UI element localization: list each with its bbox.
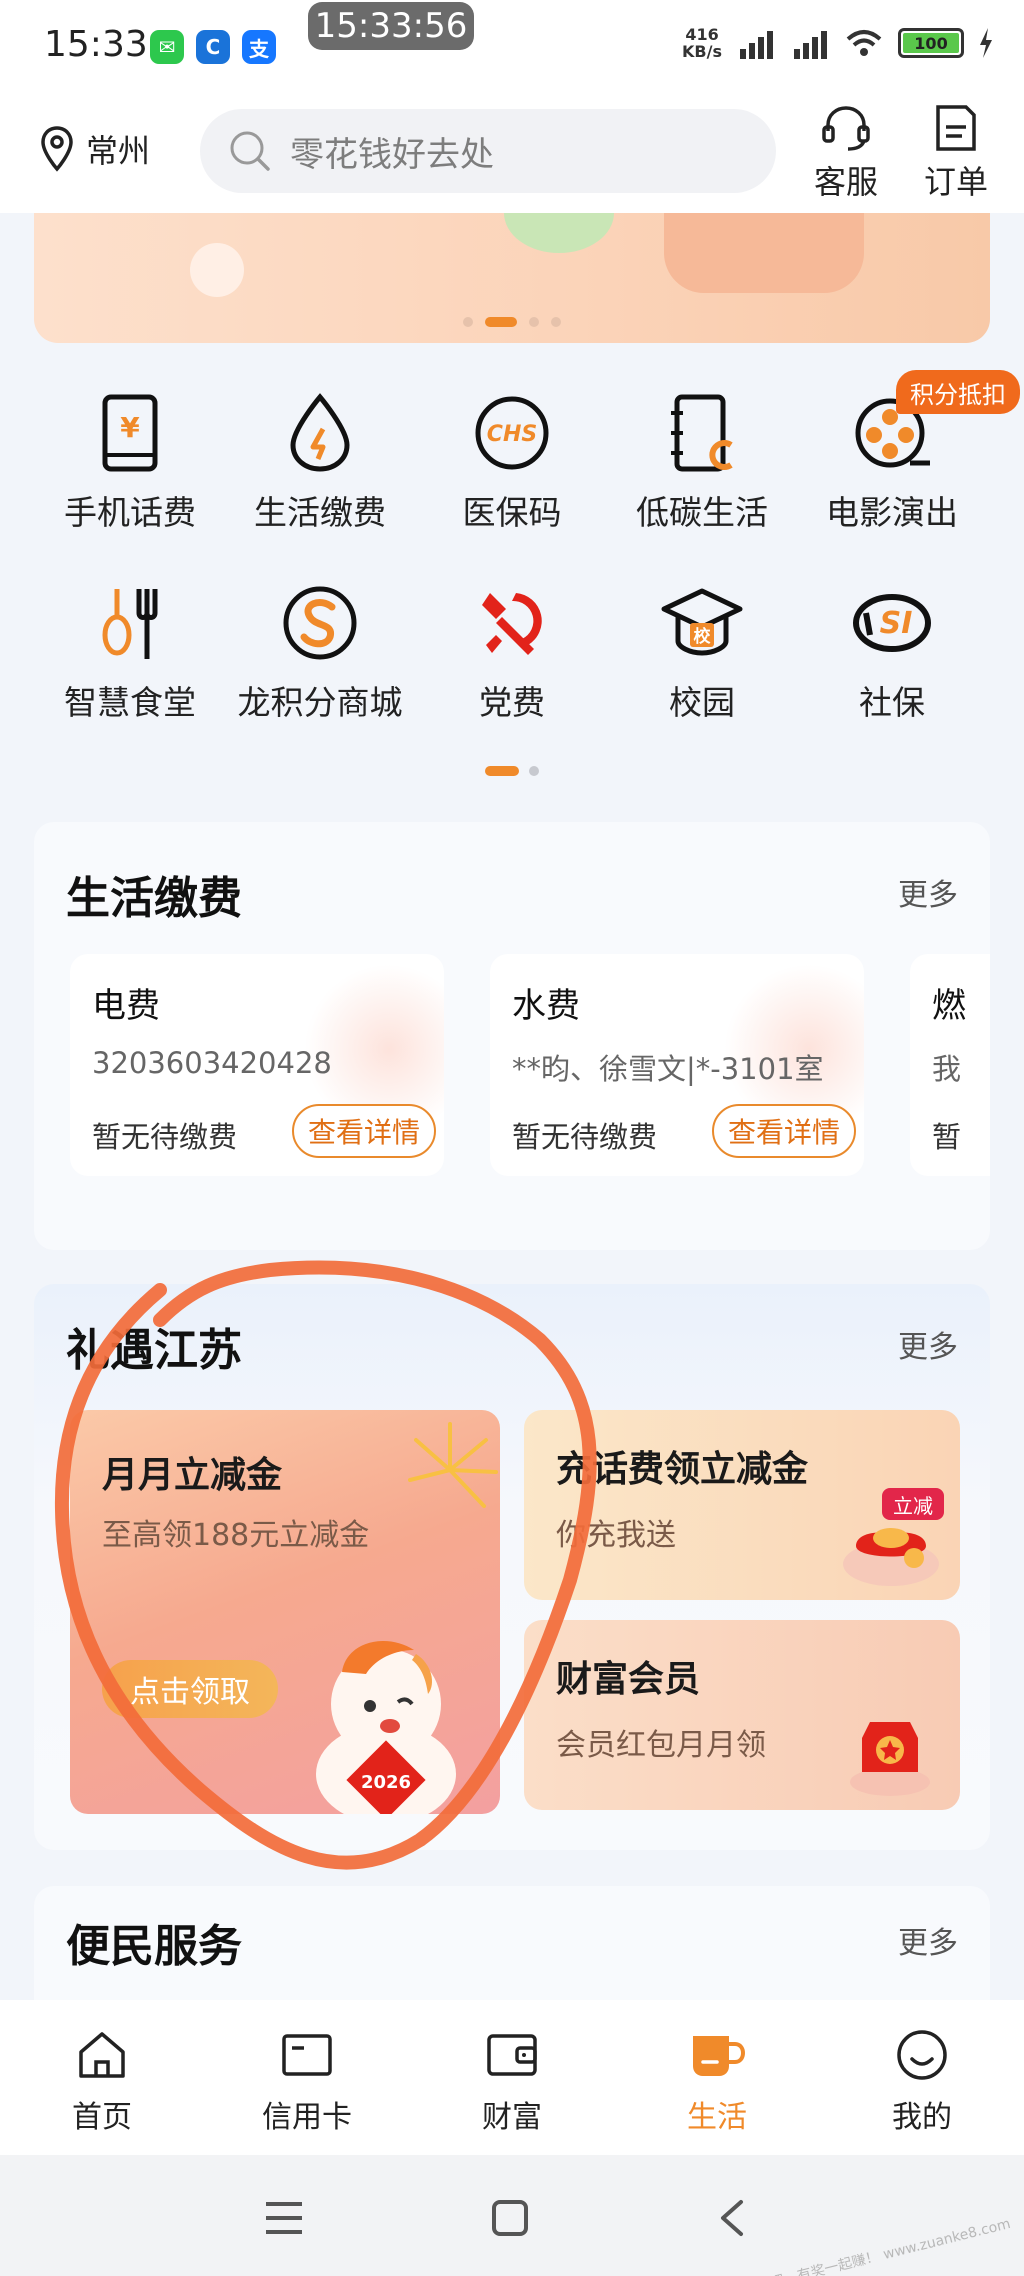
orders-label: 订单 (923, 163, 988, 201)
app-header: 常州 零花钱好去处 客服 订单 (0, 95, 1024, 213)
bill-carousel[interactable]: 电费 3203603420428 暂无待缴费 查看详情 水费 **昀、徐雪文|*… (70, 822, 990, 1250)
svg-text:校: 校 (694, 626, 712, 647)
points-mall-icon (283, 586, 357, 660)
convenience-more-link[interactable]: 更多 (898, 1918, 958, 1962)
svg-text:¥: ¥ (120, 411, 140, 444)
tab-profile[interactable]: 我的 (847, 2028, 997, 2136)
monthly-discount-promo[interactable]: 月月立减金 至高领188元立减金 点击领取 2026 (70, 1410, 500, 1814)
canteen-icon (102, 589, 158, 659)
service-smart-canteen[interactable]: 智慧食堂 (35, 578, 225, 724)
orders-button[interactable]: 订单 (916, 103, 996, 203)
svg-text:CHS: CHS (487, 422, 537, 447)
svg-text:SI: SI (880, 606, 913, 641)
alipay-icon: 支 (242, 30, 276, 64)
campus-icon: 校 (661, 588, 743, 656)
convenience-title: 便民服务 (66, 1921, 242, 1972)
system-indicators: 416 KB/s 100 (682, 26, 994, 60)
system-navigation-bar: 赚客吧，有奖一起赚！ www.zuanke8.com (0, 2155, 1024, 2276)
home-icon (79, 2032, 125, 2078)
gifts-more-link[interactable]: 更多 (898, 1322, 958, 1366)
view-details-button[interactable]: 查看详情 (292, 1104, 436, 1158)
signal-icon (794, 31, 827, 59)
view-details-button[interactable]: 查看详情 (712, 1104, 856, 1158)
svg-text:2026: 2026 (361, 1772, 411, 1793)
phone-recharge-promo[interactable]: 充话费领立减金 你充我送 立减 (524, 1410, 960, 1600)
status-bar: 15:33 ✉ C 支 15:33:56 416 KB/s 100 (0, 0, 1024, 95)
bank-app-icon: C (196, 30, 230, 64)
wallet-icon (487, 2034, 537, 2076)
site-watermark: 赚客吧，有奖一起赚！ www.zuanke8.com (741, 2215, 1013, 2276)
red-packet-icon (850, 1722, 930, 1796)
search-placeholder: 零花钱好去处 (290, 134, 494, 175)
utility-payment-icon (290, 393, 350, 472)
tab-wealth[interactable]: 财富 (437, 2028, 587, 2136)
order-document-icon (936, 105, 976, 151)
signal-hd-icon (740, 31, 773, 59)
banner-decoration (190, 243, 244, 297)
battery-icon: 100 (898, 28, 964, 58)
service-points-mall[interactable]: 龙积分商城 (225, 578, 415, 724)
profile-smile-icon (897, 2030, 947, 2080)
service-campus[interactable]: 校 校园 (607, 578, 797, 724)
square-home-icon (492, 2200, 528, 2236)
medical-insurance-icon: CHS (475, 396, 549, 470)
headset-icon (822, 106, 870, 151)
service-party-fee[interactable]: 党费 (417, 578, 607, 724)
firework-icon (408, 1422, 498, 1508)
service-utility-payment[interactable]: 生活缴费 (225, 388, 415, 534)
search-icon (230, 131, 270, 171)
city-selector[interactable]: 常州 (40, 125, 150, 173)
bill-card-gas[interactable]: 燃 我 暂 (910, 954, 990, 1176)
life-cup-icon (693, 2036, 746, 2076)
gifts-jiangsu-card: 礼遇江苏 更多 月月立减金 至高领188元立减金 点击领取 2026 充话费领立… (34, 1284, 990, 1850)
menu-button[interactable] (254, 2193, 314, 2243)
claim-button[interactable]: 点击领取 (102, 1660, 278, 1718)
banner-pagination (34, 317, 990, 327)
bill-card-electricity[interactable]: 电费 3203603420428 暂无待缴费 查看详情 (70, 954, 444, 1176)
network-speed: 416 KB/s (682, 25, 722, 61)
credit-card-icon (282, 2034, 332, 2076)
menu-icon (266, 2202, 302, 2234)
wifi-icon (846, 30, 882, 56)
charging-icon (980, 28, 992, 58)
tab-credit-card[interactable]: 信用卡 (232, 2028, 382, 2136)
location-pin-icon (41, 126, 73, 172)
wechat-icon: ✉ (150, 30, 184, 64)
points-deduction-badge: 积分抵扣 (896, 370, 1020, 414)
screen-record-timer[interactable]: 15:33:56 (308, 2, 474, 50)
discount-tag: 立减 (882, 1488, 944, 1520)
gifts-title: 礼遇江苏 (66, 1325, 242, 1376)
service-social-security[interactable]: SI 社保 (797, 578, 987, 724)
back-arrow-icon (721, 2200, 743, 2236)
low-carbon-icon (671, 394, 733, 472)
life-payment-card: 生活缴费 更多 电费 3203603420428 暂无待缴费 查看详情 水费 *… (34, 822, 990, 1250)
horse-mascot-icon: 2026 (316, 1641, 456, 1814)
service-phone-bill[interactable]: ¥ 手机话费 (35, 388, 225, 534)
social-security-icon: SI (853, 594, 931, 652)
tab-home[interactable]: 首页 (27, 2028, 177, 2136)
grid-pagination (0, 766, 1024, 776)
bottom-tab-bar: 首页 信用卡 财富 生活 我的 (0, 2000, 1024, 2155)
service-medical-insurance[interactable]: CHS 医保码 (417, 388, 607, 534)
service-low-carbon[interactable]: 低碳生活 (607, 388, 797, 534)
back-button[interactable] (702, 2193, 762, 2243)
party-fee-icon (482, 593, 542, 655)
customer-service-button[interactable]: 客服 (806, 103, 886, 203)
search-input[interactable]: 零花钱好去处 (200, 109, 776, 193)
phone-bill-icon: ¥ (102, 394, 158, 472)
notification-icons: ✉ C 支 (150, 30, 276, 64)
bill-card-water[interactable]: 水费 **昀、徐雪文|*-3101室 暂无待缴费 查看详情 (490, 954, 864, 1176)
banner-decoration (504, 213, 614, 253)
tab-life[interactable]: 生活 (642, 2028, 792, 2136)
quick-services-grid: ¥ 手机话费 生活缴费 CHS 医保码 低碳生活 电影演出 智慧食堂 龙积分商城… (0, 360, 1024, 790)
promo-banner[interactable] (34, 213, 990, 343)
wealth-member-promo[interactable]: 财富会员 会员红包月月领 (524, 1620, 960, 1810)
banner-decoration (664, 213, 864, 293)
status-time: 15:33 (44, 24, 148, 65)
customer-service-label: 客服 (813, 163, 878, 201)
city-name: 常州 (86, 132, 151, 170)
home-nav-button[interactable] (480, 2193, 540, 2243)
